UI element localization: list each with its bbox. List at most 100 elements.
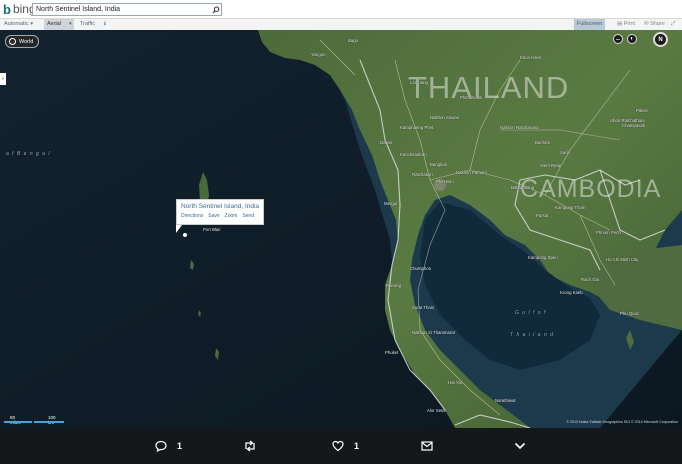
traffic-label: Traffic	[80, 21, 95, 27]
print-label: Print	[623, 21, 636, 27]
place-label: Khon Kaen	[520, 55, 542, 60]
place-label: Dawei	[380, 140, 392, 145]
share-label: Share	[650, 21, 665, 27]
place-label: Port Blair	[203, 227, 221, 232]
place-label: Bangkok	[430, 162, 447, 167]
fullscreen-label: Fullscreen	[577, 21, 603, 27]
popup-zoom-link[interactable]: Zoom	[225, 213, 238, 219]
like-button[interactable]: 1	[332, 438, 359, 454]
place-label: Bago	[348, 38, 359, 43]
search-button[interactable]	[210, 3, 222, 16]
country-label-thailand: THAILAND	[408, 70, 570, 105]
place-label: Kampong Speu	[528, 255, 558, 260]
popup-save-link[interactable]: Save	[208, 213, 219, 219]
country-label-cambodia: CAMBODIA	[520, 175, 662, 203]
side-panel-toggle[interactable]: ›	[0, 73, 6, 85]
sea-label-gulf: G u l f o f	[515, 310, 547, 316]
place-label: Phuket	[385, 350, 399, 355]
scale-km: 100 km	[48, 415, 56, 425]
place-label: Narathiwat	[495, 398, 516, 403]
directions-icon: ⭳	[104, 21, 106, 27]
scale-miles-bar	[4, 421, 32, 423]
place-label: Surin	[560, 150, 571, 155]
place-label: Hat Yai	[448, 380, 462, 385]
heart-icon	[332, 440, 344, 452]
scale-miles: 50 miles	[10, 415, 21, 425]
reply-count: 1	[177, 441, 183, 451]
like-count: 1	[354, 441, 360, 451]
traffic-button[interactable]: Traffic	[80, 19, 95, 30]
place-label: Ratchaburi	[412, 172, 433, 177]
place-label: Phu Quoc	[620, 311, 640, 316]
retweet-icon	[245, 440, 255, 452]
chevron-down-icon: ▾	[69, 21, 72, 27]
place-label: Kampong Thom	[555, 205, 586, 210]
popup-title[interactable]: North Sentinel Island, India	[181, 203, 259, 210]
popup-pointer	[176, 225, 182, 233]
popup-directions-link[interactable]: Directions	[181, 213, 203, 219]
minus-icon: −	[615, 34, 621, 44]
place-label: Buriram	[535, 140, 551, 145]
more-options-button[interactable]	[514, 438, 526, 454]
map-style-automatic[interactable]: Automatic ▾	[4, 19, 42, 30]
place-label: Phnom Penh	[596, 230, 621, 235]
place-label: Krong Kaeb	[560, 290, 583, 295]
place-label: Alor Setar	[427, 408, 447, 413]
place-label: Nakhon Pathom	[456, 170, 487, 175]
place-label: Pakse	[636, 108, 648, 113]
scale-km-bar	[34, 421, 64, 423]
chevron-down-icon: ▾	[30, 21, 33, 27]
sea-label-bay-of-bengal: a f B e n g a l	[6, 151, 51, 157]
retweet-button[interactable]	[243, 438, 257, 454]
place-label: Yangon	[311, 52, 326, 57]
search-input[interactable]: North Sentinel Island, India	[32, 3, 222, 16]
map-attribution: © 2013 Nokia ©allstar Geographics SIO © …	[566, 420, 678, 424]
aerial-imagery	[0, 30, 682, 428]
chevron-right-icon: ›	[2, 76, 4, 82]
fullscreen-button[interactable]: Fullscreen	[574, 19, 606, 30]
place-label: Siem Reap	[540, 163, 562, 168]
place-label: Battambang	[511, 185, 535, 190]
map-canvas[interactable]: THAILAND CAMBODIA a f B e n g a l G u l …	[0, 30, 682, 428]
print-button[interactable]: ▤ Print	[617, 19, 635, 30]
expand-button[interactable]: ⤢	[671, 19, 675, 30]
place-label: Lampang	[410, 80, 428, 85]
map-style-aerial[interactable]: Aerial ▾	[44, 19, 74, 30]
chevron-down-icon	[514, 442, 526, 450]
place-label: Kanchanaburi	[400, 152, 427, 157]
place-label: Mergui	[384, 201, 398, 206]
bing-b-icon: b	[3, 1, 11, 17]
message-button[interactable]	[421, 438, 433, 454]
compass-button[interactable]: N	[653, 32, 668, 47]
bing-logo[interactable]: b bing	[3, 1, 36, 17]
automatic-label: Automatic	[4, 21, 29, 27]
world-label: World	[19, 38, 34, 45]
location-popup: North Sentinel Island, India Directions …	[176, 199, 264, 225]
place-label: Pursat	[536, 213, 549, 218]
world-button[interactable]: World	[5, 35, 40, 48]
search-icon	[212, 6, 220, 13]
compass-label: N	[658, 36, 663, 43]
zoom-out-button[interactable]: −	[613, 34, 623, 44]
place-label: Phet Buri	[436, 179, 454, 184]
place-label: Surat Thani	[412, 305, 435, 310]
place-label: Nakhon Si Thammarat	[412, 330, 455, 335]
place-label: Rach Gia	[581, 277, 599, 282]
expand-icon: ⤢	[671, 21, 676, 27]
tweet-action-bar: 1 1	[0, 428, 682, 464]
place-label: Ranong	[386, 283, 402, 288]
location-pin-icon[interactable]	[183, 233, 187, 237]
globe-icon	[9, 38, 16, 45]
print-icon: ▤	[617, 21, 624, 27]
place-label: Ho Chi Minh City	[606, 257, 639, 262]
rotate-icon: ◐	[630, 36, 634, 42]
rotate-button[interactable]: ◐	[627, 34, 637, 44]
place-label: Chumphon	[410, 266, 432, 271]
place-label: Kamphaeng Phet	[400, 125, 434, 130]
top-bar: b bing North Sentinel Island, India	[0, 0, 682, 19]
place-label: Champasak	[622, 123, 645, 128]
popup-send-link[interactable]: Send	[242, 213, 254, 219]
directions-button[interactable]: ⭳	[100, 19, 110, 30]
share-button[interactable]: ✉ Share	[644, 19, 665, 30]
reply-button[interactable]: 1	[155, 438, 182, 454]
